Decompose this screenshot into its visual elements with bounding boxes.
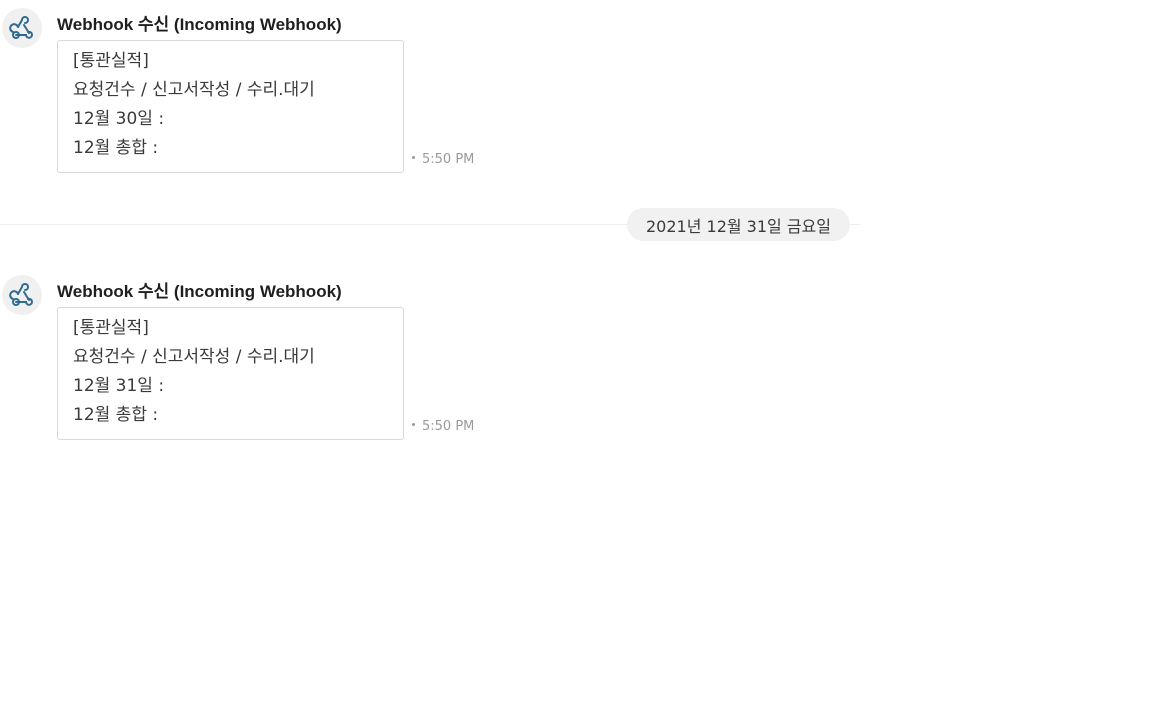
- time-text: 5:50 PM: [422, 419, 475, 434]
- webhook-icon: [9, 15, 35, 41]
- message-line: 12월 총합 :: [73, 138, 159, 158]
- message-line: 12월 30일 :: [73, 109, 165, 129]
- webhook-avatar[interactable]: [2, 275, 42, 315]
- separator-dot-icon: [412, 156, 415, 159]
- webhook-icon: [9, 282, 35, 308]
- message-timestamp: 5:50 PM: [412, 152, 474, 167]
- webhook-avatar[interactable]: [2, 8, 42, 48]
- separator-dot-icon: [412, 423, 415, 426]
- message-line: 12월 31일 :: [73, 376, 165, 396]
- message-timestamp: 5:50 PM: [412, 419, 474, 434]
- message-line: [통관실적]: [73, 51, 149, 71]
- sender-name[interactable]: Webhook 수신 (Incoming Webhook): [57, 277, 342, 302]
- sender-name[interactable]: Webhook 수신 (Incoming Webhook): [57, 10, 342, 35]
- message-feed: Webhook 수신 (Incoming Webhook) [통관실적] 요청건…: [0, 0, 1152, 720]
- time-text: 5:50 PM: [422, 152, 475, 167]
- message-line: 12월 총합 :: [73, 405, 159, 425]
- message-line: [통관실적]: [73, 318, 149, 338]
- message-line: 요청건수 / 신고서작성 / 수리.대기: [73, 347, 315, 367]
- message-bubble: [통관실적] 요청건수 / 신고서작성 / 수리.대기 12월 31일 : 12…: [57, 307, 404, 440]
- message-line: 요청건수 / 신고서작성 / 수리.대기: [73, 80, 315, 100]
- date-separator: 2021년 12월 31일 금요일: [627, 208, 850, 241]
- message-bubble: [통관실적] 요청건수 / 신고서작성 / 수리.대기 12월 30일 : 12…: [57, 40, 404, 173]
